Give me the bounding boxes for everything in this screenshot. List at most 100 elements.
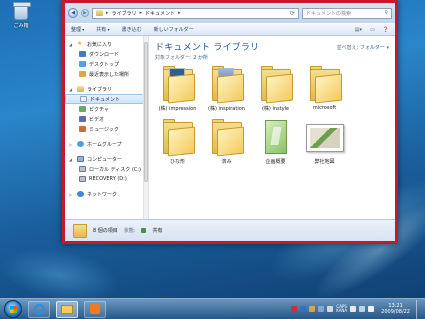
taskbar-explorer[interactable] [56, 300, 78, 318]
nav-videos-label: ビデオ [89, 116, 105, 123]
internet-explorer-icon [33, 303, 45, 315]
item-label: (株) impression [158, 106, 197, 112]
forward-button[interactable]: ▶ [81, 9, 89, 17]
tray-app-icon[interactable] [309, 306, 316, 312]
document-icon [257, 118, 295, 156]
ime-indicator[interactable]: CAPS KANA [336, 305, 347, 313]
disk-icon [79, 176, 86, 182]
organize-button[interactable]: 整理 [71, 26, 84, 33]
nav-music-label: ミュージック [89, 126, 119, 133]
locations-link[interactable]: 2 か所 [193, 55, 208, 61]
document-item[interactable]: 企画概要 [253, 118, 298, 165]
taskbar-media-player[interactable] [84, 300, 106, 318]
media-player-icon [90, 304, 100, 314]
item-label: microsoft [312, 105, 337, 111]
nav-downloads[interactable]: ダウンロード [65, 49, 148, 59]
nav-recovery[interactable]: RECOVERY (D:) [65, 174, 148, 184]
computer-icon [77, 156, 84, 162]
nav-local-disk[interactable]: ローカル ディスク (C:) [65, 164, 148, 174]
pictures-icon [79, 106, 86, 112]
homegroup-icon [77, 141, 84, 147]
new-folder-button[interactable]: 新しいフォルダー [154, 26, 194, 33]
nav-computer[interactable]: ◢ コンピューター [65, 154, 148, 164]
taskbar-internet-explorer[interactable] [28, 300, 50, 318]
nav-downloads-label: ダウンロード [89, 51, 120, 58]
explorer-icon [61, 304, 73, 314]
item-label: (株) instyle [261, 106, 290, 112]
item-label: (株) inspiration [208, 106, 245, 112]
command-bar: 整理 共有 書き込む 新しいフォルダー ▤▾ ▭ ❓ [65, 23, 395, 36]
folder-item[interactable]: (株) instyle [253, 65, 298, 112]
details-pane: 8 個の項目 状態: 共有 [65, 219, 395, 241]
search-input[interactable]: ドキュメントの検索 ⚲ [302, 7, 392, 19]
share-button[interactable]: 共有 [96, 26, 109, 33]
view-options-icon[interactable]: ▤▾ [355, 27, 362, 33]
nav-favorites[interactable]: ◢ ★ お気に入り [65, 39, 148, 49]
folder-icon [257, 65, 295, 104]
desktop-recycle-bin[interactable]: ごみ箱 [6, 2, 36, 29]
start-button[interactable] [4, 300, 22, 318]
nav-desktop-label: デスクトップ [89, 61, 120, 68]
folder-item[interactable]: microsoft [302, 65, 347, 112]
tray-app-icon[interactable] [300, 306, 307, 312]
arrange-by-dropdown[interactable]: フォルダー [360, 45, 385, 51]
breadcrumb-documents[interactable]: ドキュメント [145, 10, 175, 17]
address-bar-row: ◀ ▶ ▸ ライブラリ ▸ ドキュメント ▸ ⟳ ドキュメントの検索 ⚲ [65, 3, 395, 23]
notification-area: CAPS KANA 13:21 2009/08/22 [291, 299, 421, 319]
item-label: 企画概要 [265, 159, 286, 165]
nav-recovery-label: RECOVERY (D:) [89, 176, 127, 182]
breadcrumb-libraries[interactable]: ライブラリ [112, 10, 137, 17]
share-icon [141, 228, 147, 233]
nav-pictures-label: ピクチャ [89, 106, 109, 113]
nav-documents[interactable]: ドキュメント [65, 94, 148, 104]
folder-icon [159, 118, 197, 157]
nav-videos[interactable]: ビデオ [65, 114, 148, 124]
nav-homegroup[interactable]: ▷ ホームグループ [65, 139, 148, 149]
library-icon [96, 10, 103, 16]
tray-app-icon[interactable] [327, 306, 334, 312]
library-title: ドキュメント ライブラリ [155, 43, 260, 53]
nav-music[interactable]: ミュージック [65, 124, 148, 134]
folder-item[interactable]: ひな形 [155, 118, 200, 165]
recycle-bin-label: ごみ箱 [13, 23, 29, 29]
nav-desktop[interactable]: デスクトップ [65, 59, 148, 69]
tray-app-icon[interactable] [318, 306, 325, 312]
taskbar-clock[interactable]: 13:21 2009/08/22 [381, 303, 410, 315]
folder-item[interactable]: 済み [204, 118, 249, 165]
nav-pictures[interactable]: ピクチャ [65, 104, 148, 114]
image-item[interactable]: 弊社地図 [302, 118, 347, 165]
status-label: 状態: [123, 228, 136, 234]
nav-recent-places[interactable]: 最近表示した場所 [65, 69, 148, 79]
refresh-icon[interactable]: ⟳ [290, 10, 295, 17]
back-button[interactable]: ◀ [68, 8, 78, 18]
music-icon [79, 126, 86, 132]
help-icon[interactable]: ❓ [383, 27, 389, 33]
search-icon: ⚲ [384, 10, 388, 16]
nav-libraries[interactable]: ◢ ライブラリ [65, 84, 148, 94]
folder-icon [159, 65, 197, 104]
folder-item[interactable]: (株) inspiration [204, 65, 249, 112]
nav-favorites-label: お気に入り [87, 41, 113, 48]
disk-icon [79, 166, 86, 172]
recycle-bin-icon [13, 2, 31, 20]
file-grid: (株) impression (株) inspiration (株) insty… [155, 65, 389, 165]
burn-button[interactable]: 書き込む [122, 26, 142, 33]
show-desktop-button[interactable] [416, 299, 421, 319]
nav-scrollbar[interactable] [143, 36, 148, 219]
volume-icon[interactable] [368, 306, 375, 312]
library-subtitle: 対象フォルダー: 2 か所 [155, 55, 209, 61]
address-bar[interactable]: ▸ ライブラリ ▸ ドキュメント ▸ ⟳ [92, 7, 299, 19]
search-placeholder: ドキュメントの検索 [306, 10, 352, 17]
preview-pane-icon[interactable]: ▭ [370, 27, 375, 33]
item-count: 8 個の項目 [93, 228, 118, 234]
network-tray-icon[interactable] [359, 306, 366, 312]
folder-icon [208, 65, 246, 104]
recent-places-icon [79, 71, 86, 77]
nav-network[interactable]: ▷ ネットワーク [65, 189, 148, 199]
nav-libraries-label: ライブラリ [87, 86, 113, 93]
folder-item[interactable]: (株) impression [155, 65, 200, 112]
tray-app-icon[interactable] [291, 306, 298, 312]
taskbar: CAPS KANA 13:21 2009/08/22 [0, 298, 425, 319]
action-center-icon[interactable] [350, 306, 357, 312]
explorer-body: ◢ ★ お気に入り ダウンロード デスクトップ 最近表示した場所 ◢ ライブラリ… [65, 36, 395, 219]
